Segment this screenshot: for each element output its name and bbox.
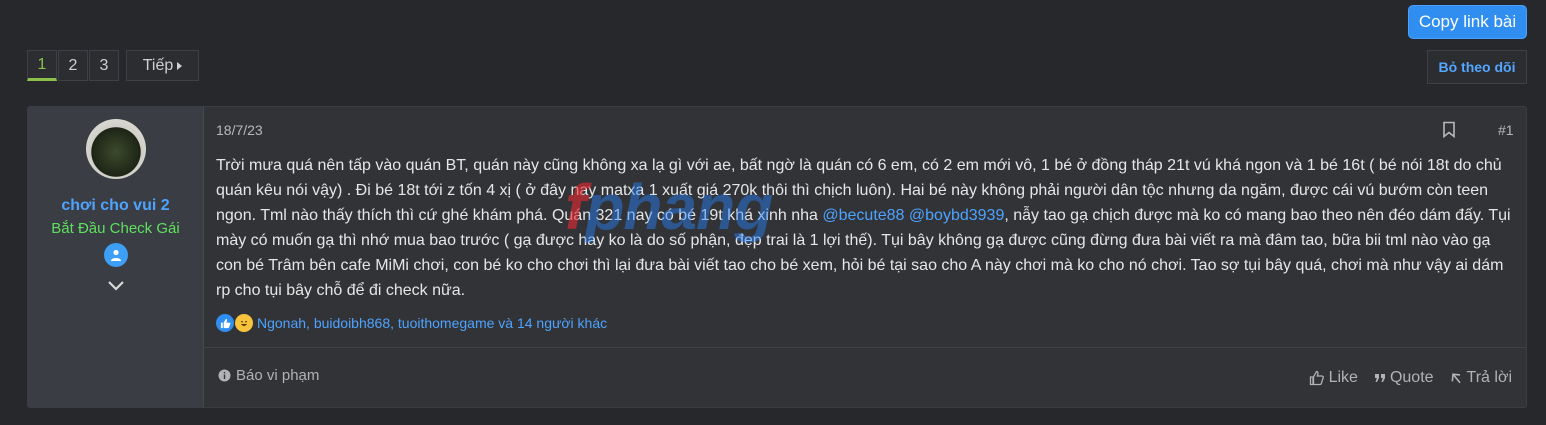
reactors-link[interactable]: Ngonah, buidoibh868, tuoithomegame và 14… — [257, 315, 607, 331]
post-user-panel: chơi cho vui 2 Bắt Đầu Check Gái — [28, 107, 204, 407]
member-badge-icon — [103, 243, 128, 267]
quote-label: Quote — [1389, 369, 1434, 386]
post-actions: Like Quote Trả lời — [1309, 369, 1512, 387]
post-footer-divider — [204, 347, 1526, 348]
report-label: Báo vi phạm — [236, 367, 320, 384]
page-2-button[interactable]: 2 — [58, 50, 88, 81]
mention-link[interactable]: @becute88 — [822, 207, 904, 224]
bookmark-icon[interactable] — [1442, 121, 1456, 143]
post: chơi cho vui 2 Bắt Đầu Check Gái 18/7/23… — [27, 106, 1527, 408]
next-page-button[interactable]: Tiếp — [126, 50, 199, 81]
page-1-button[interactable]: 1 — [27, 50, 57, 81]
like-label: Like — [1328, 369, 1358, 386]
username-link[interactable]: chơi cho vui 2 — [61, 197, 169, 215]
like-button[interactable]: Like — [1309, 369, 1358, 387]
unfollow-button[interactable]: Bỏ theo dõi — [1427, 50, 1527, 84]
like-reaction-icon — [216, 314, 234, 332]
report-link[interactable]: Báo vi phạm — [218, 367, 319, 384]
quote-button[interactable]: Quote — [1374, 369, 1434, 387]
next-page-label: Tiếp — [142, 56, 174, 74]
copy-link-button[interactable]: Copy link bài — [1408, 5, 1527, 39]
avatar[interactable] — [85, 119, 146, 179]
post-date[interactable]: 18/7/23 — [216, 122, 263, 138]
page-3-button[interactable]: 3 — [89, 50, 119, 81]
thumbs-up-icon — [1309, 370, 1324, 386]
post-main: 18/7/23 #1 Trời mưa quá nên tấp vào quán… — [204, 107, 1526, 407]
mention-link[interactable]: @boybd3939 — [909, 207, 1004, 224]
post-content: Trời mưa quá nên tấp vào quán BT, quán n… — [216, 153, 1516, 303]
reply-label: Trả lời — [1466, 369, 1512, 386]
post-number[interactable]: #1 — [1498, 122, 1514, 138]
reply-button[interactable]: Trả lời — [1450, 369, 1512, 387]
reply-arrow-icon — [1451, 372, 1461, 383]
user-title: Bắt Đầu Check Gái — [51, 220, 180, 237]
caret-right-icon — [177, 61, 183, 70]
reactions-bar: Ngonah, buidoibh868, tuoithomegame và 14… — [216, 314, 607, 332]
pagination: 1 2 3 Tiếp — [27, 50, 199, 81]
quote-icon — [1374, 374, 1385, 382]
haha-reaction-icon — [235, 314, 253, 332]
chevron-down-icon[interactable] — [107, 279, 125, 297]
info-icon — [218, 369, 231, 382]
